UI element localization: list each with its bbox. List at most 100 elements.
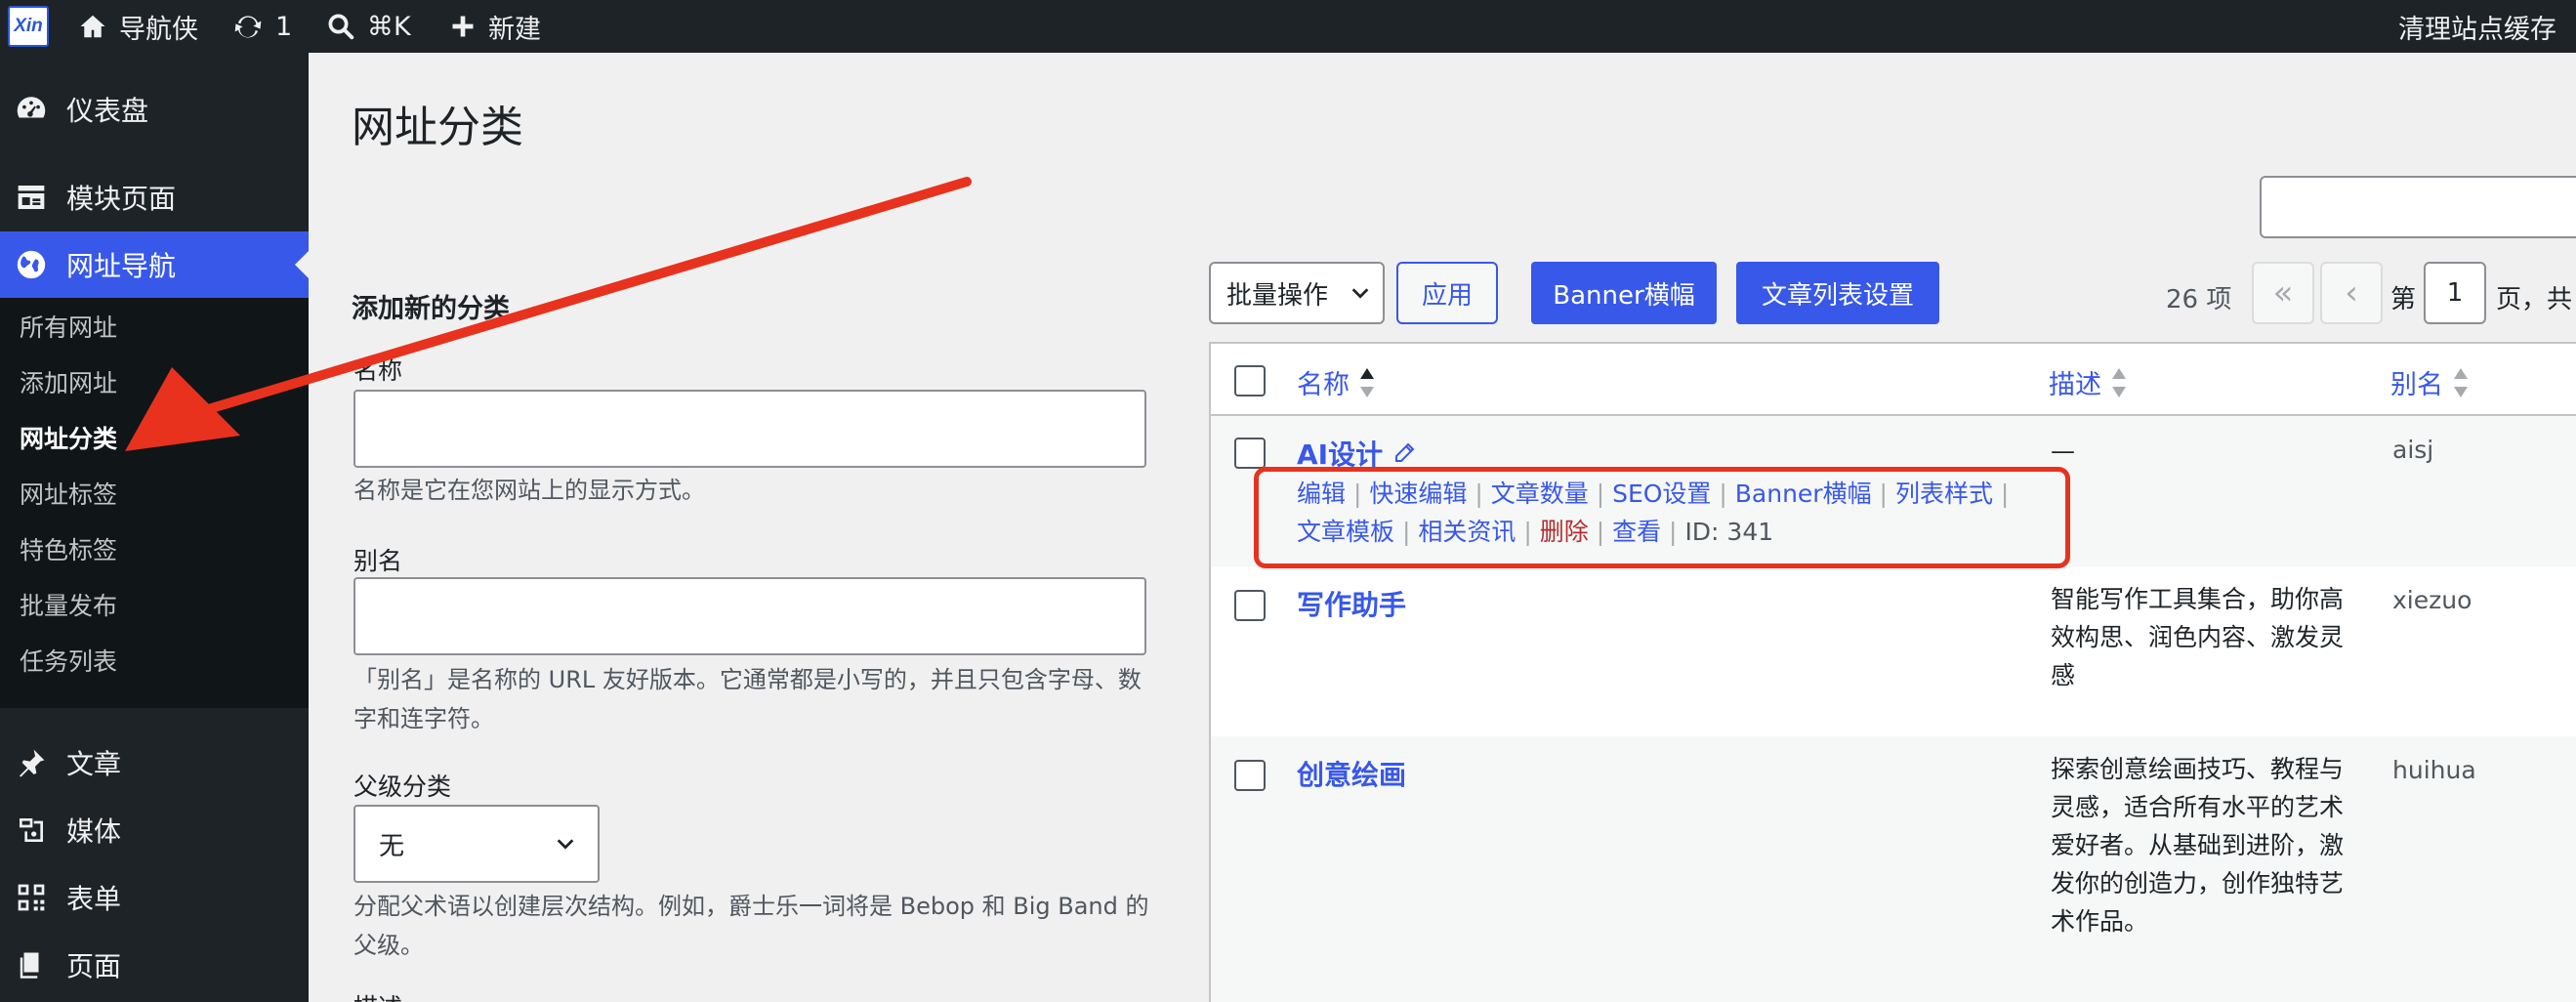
form-icon xyxy=(14,880,49,915)
layout-icon xyxy=(14,180,49,215)
menu-dashboard[interactable]: 仪表盘 xyxy=(0,76,309,143)
table-row: 创意绘画 探索创意绘画技巧、教程与灵感，适合所有水平的艺术爱好者。从基础到进阶，… xyxy=(1211,736,2576,1002)
menu-dashboard-label: 仪表盘 xyxy=(66,95,149,127)
slug-hint: 「别名」是名称的 URL 友好版本。它通常都是小写的，并且只包含字母、数字和连字… xyxy=(353,666,1142,732)
select-all-checkbox[interactable] xyxy=(1234,365,1266,397)
category-name-input[interactable] xyxy=(353,390,1146,468)
parent-label: 父级分类 xyxy=(353,772,452,801)
current-page-input[interactable]: 1 xyxy=(2424,262,2486,324)
category-name-link[interactable]: 创意绘画 xyxy=(1297,754,1406,793)
row-checkbox[interactable] xyxy=(1234,590,1266,621)
sort-icon xyxy=(2453,366,2469,399)
chevron-down-icon xyxy=(1351,288,1369,299)
category-name: 写作助手 xyxy=(1297,589,1407,621)
chevron-down-icon xyxy=(557,839,574,850)
pencil-icon[interactable] xyxy=(1392,441,1416,465)
home-icon xyxy=(80,15,105,38)
submenu-task-list[interactable]: 任务列表 xyxy=(20,643,117,678)
menu-posts[interactable]: 文章 xyxy=(0,730,309,796)
menu-url-navigation[interactable]: 网址导航 xyxy=(0,231,309,298)
submenu-add-url[interactable]: 添加网址 xyxy=(20,364,117,399)
description-label: 描述 xyxy=(353,988,402,1002)
clear-cache-label: 清理站点缓存 xyxy=(2398,14,2556,45)
menu-pages[interactable]: 页面 xyxy=(0,932,309,998)
search-icon xyxy=(328,14,354,40)
page-prefix: 第 xyxy=(2390,285,2417,314)
search-shortcut[interactable]: ⌘K xyxy=(326,0,411,53)
category-slug: aisj xyxy=(2392,436,2434,464)
menu-media-label: 媒体 xyxy=(66,815,122,848)
category-description: 智能写作工具集合，助你高效构思、润色内容、激发灵感 xyxy=(2051,585,2345,689)
menu-module-pages[interactable]: 模块页面 xyxy=(0,164,309,230)
sort-icon xyxy=(1359,366,1375,399)
site-name-link[interactable]: 导航侠 xyxy=(78,0,198,53)
new-label: 新建 xyxy=(488,14,541,45)
plus-icon xyxy=(452,16,474,37)
menu-module-pages-label: 模块页面 xyxy=(66,183,177,215)
app-window: Xin 导航侠 1 ⌘K 新建 清理站点缓存 仪表盘 模块页面 网址导航 所有网… xyxy=(0,0,2576,1002)
dashboard-icon xyxy=(14,92,49,127)
globe-icon xyxy=(14,247,49,282)
category-slug: xiezuo xyxy=(2392,586,2472,614)
prev-page-button[interactable]: ‹ xyxy=(2320,262,2383,324)
menu-forms[interactable]: 表单 xyxy=(0,864,309,931)
submenu-bulk-publish[interactable]: 批量发布 xyxy=(20,587,117,622)
article-list-settings-button[interactable]: 文章列表设置 xyxy=(1736,262,1939,324)
category-slug: huihua xyxy=(2392,756,2476,784)
parent-category-select[interactable]: 无 xyxy=(353,805,600,883)
category-description: — xyxy=(2051,437,2075,465)
logo-text: Xin xyxy=(14,16,43,36)
category-name: 创意绘画 xyxy=(1297,759,1407,791)
menu-media[interactable]: 媒体 xyxy=(0,797,309,863)
clear-cache-button[interactable]: 清理站点缓存 xyxy=(2398,0,2556,53)
parent-select-value: 无 xyxy=(379,831,405,861)
category-description: 探索创意绘画技巧、教程与灵感，适合所有水平的艺术爱好者。从基础到进阶，激发你的创… xyxy=(2051,755,2345,936)
table-row: 写作助手 智能写作工具集合，助你高效构思、润色内容、激发灵感 xiezuo xyxy=(1211,566,2576,736)
submenu-url-tags[interactable]: 网址标签 xyxy=(20,476,117,511)
submenu-all-urls[interactable]: 所有网址 xyxy=(20,309,117,344)
submenu-url-categories[interactable]: 网址分类 xyxy=(20,420,117,455)
column-slug-label: 别名 xyxy=(2390,370,2443,400)
menu-posts-label: 文章 xyxy=(66,748,122,780)
categories-table: 名称 描述 别名 AI设计 — aisj 编辑 | 快速编辑 | 文章数量 | … xyxy=(1209,342,2576,1002)
sort-icon xyxy=(2111,366,2127,399)
row-checkbox[interactable] xyxy=(1234,438,1266,469)
category-slug-input[interactable] xyxy=(353,577,1146,655)
new-content-button[interactable]: 新建 xyxy=(449,0,541,53)
name-label: 名称 xyxy=(353,356,403,385)
bulk-actions-label: 批量操作 xyxy=(1226,280,1329,311)
bulk-actions-select[interactable]: 批量操作 xyxy=(1209,262,1385,324)
column-description-label: 描述 xyxy=(2049,370,2101,400)
admin-sidebar: 仪表盘 模块页面 网址导航 所有网址 添加网址 网址分类 网址标签 特色标签 批… xyxy=(0,53,309,1002)
apply-button[interactable]: 应用 xyxy=(1396,262,1498,324)
parent-hint: 分配父术语以创建层次结构。例如，爵士乐一词将是 Bebop 和 Big Band… xyxy=(353,893,1149,959)
column-name-header[interactable]: 名称 xyxy=(1297,363,1375,401)
category-name-link[interactable]: 写作助手 xyxy=(1297,584,1406,623)
updates-link[interactable]: 1 xyxy=(232,0,292,53)
column-name-label: 名称 xyxy=(1297,370,1350,400)
add-category-heading: 添加新的分类 xyxy=(352,294,510,324)
menu-url-navigation-label: 网址导航 xyxy=(66,250,177,282)
pin-icon xyxy=(14,745,49,780)
name-hint: 名称是它在您网站上的显示方式。 xyxy=(353,477,705,504)
slug-label: 别名 xyxy=(353,547,403,575)
column-description-header[interactable]: 描述 xyxy=(2049,363,2127,401)
submenu-featured-tags[interactable]: 特色标签 xyxy=(20,531,117,566)
page-title: 网址分类 xyxy=(352,103,523,152)
admin-bar: Xin 导航侠 1 ⌘K 新建 清理站点缓存 xyxy=(0,0,2576,53)
search-categories-input[interactable] xyxy=(2260,176,2576,238)
table-header: 名称 描述 别名 xyxy=(1211,344,2576,416)
site-logo[interactable]: Xin xyxy=(8,6,49,47)
page-icon xyxy=(14,947,49,982)
column-slug-header[interactable]: 别名 xyxy=(2390,363,2469,401)
search-shortcut-label: ⌘K xyxy=(367,11,411,42)
row-checkbox[interactable] xyxy=(1234,760,1266,791)
annotation-highlight-box xyxy=(1254,467,2070,568)
first-page-button[interactable]: « xyxy=(2252,262,2314,324)
url-navigation-submenu: 所有网址 添加网址 网址分类 网址标签 特色标签 批量发布 任务列表 xyxy=(0,298,309,708)
banner-button[interactable]: Banner横幅 xyxy=(1531,262,1717,324)
page-suffix: 页，共 xyxy=(2496,285,2573,314)
updates-count: 1 xyxy=(275,11,293,42)
menu-pages-label: 页面 xyxy=(66,950,122,982)
refresh-icon xyxy=(234,16,262,38)
